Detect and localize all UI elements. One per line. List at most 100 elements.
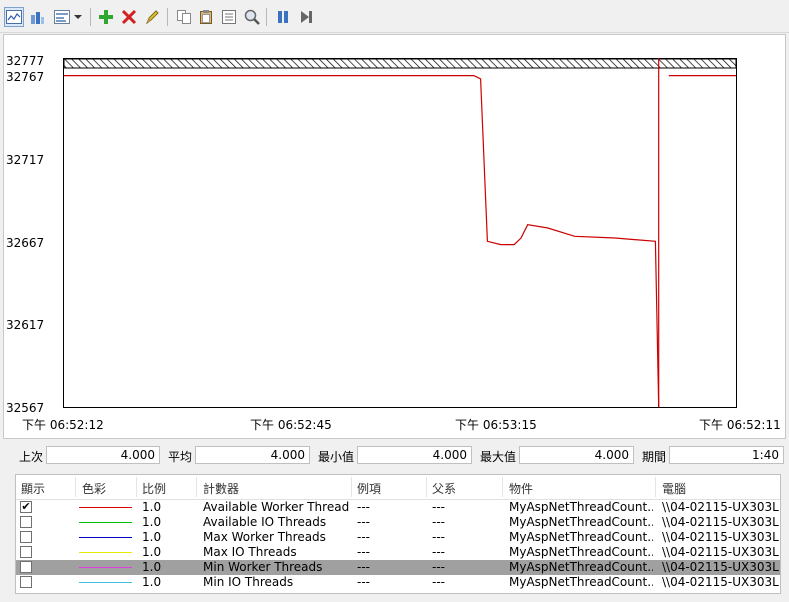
legend-row[interactable]: 1.0 Min IO Threads --- --- MyAspNetThreadCou… <box>16 575 780 590</box>
average-label: 平均 <box>168 450 193 464</box>
y-tick-label: 32777 <box>6 54 45 68</box>
color-swatch <box>79 522 132 523</box>
computer-cell: \\04-02115-UX303L <box>662 500 779 514</box>
y-tick-label: 32617 <box>6 318 45 332</box>
scale-cell: 1.0 <box>142 545 162 559</box>
column-header-show[interactable]: 顯示 <box>21 480 45 497</box>
change-graph-type-button[interactable] <box>52 7 72 27</box>
scale-cell: 1.0 <box>142 530 162 544</box>
parent-cell: --- <box>432 515 445 529</box>
instance-cell: --- <box>357 575 370 589</box>
change-graph-type-icon <box>54 10 70 24</box>
delete-counter-button[interactable] <box>119 7 139 27</box>
object-cell: MyAspNetThreadCount... <box>509 575 653 589</box>
legend-row[interactable]: 1.0 Max IO Threads --- --- MyAspNetThreadCou… <box>16 545 780 560</box>
legend-row[interactable]: 1.0 Max Worker Threads --- --- MyAspNetThrea… <box>16 530 780 545</box>
object-cell: MyAspNetThreadCount... <box>509 545 653 559</box>
parent-cell: --- <box>432 500 445 514</box>
duration-label: 期間 <box>642 450 667 464</box>
color-swatch <box>79 582 132 583</box>
highlight-icon <box>145 10 159 25</box>
instance-cell: --- <box>357 500 370 514</box>
freeze-display-icon <box>278 11 288 23</box>
column-header-counter[interactable]: 計數器 <box>203 480 239 497</box>
minimum-label: 最小值 <box>318 450 355 464</box>
instance-cell: --- <box>357 515 370 529</box>
toolbar-separator <box>266 8 267 26</box>
object-cell: MyAspNetThreadCount... <box>509 530 653 544</box>
color-swatch <box>79 552 132 553</box>
delete-counter-icon <box>121 9 137 25</box>
graph-type-dropdown[interactable] <box>72 7 84 27</box>
add-counter-button[interactable] <box>96 7 116 27</box>
legend-row[interactable]: 1.0 Min Worker Threads --- --- MyAspNetThrea… <box>16 560 780 575</box>
y-tick-label: 32567 <box>6 401 45 415</box>
parent-cell: --- <box>432 575 445 589</box>
properties-button[interactable] <box>219 7 239 27</box>
maximum-value: 4.000 <box>519 446 634 464</box>
add-counter-icon <box>99 10 113 24</box>
computer-cell: \\04-02115-UX303L <box>662 575 779 589</box>
x-tick-label: 下午 06:52:45 <box>250 418 332 432</box>
column-header-color[interactable]: 色彩 <box>82 480 106 497</box>
toolbar <box>0 0 789 33</box>
counter-cell: Available IO Threads <box>203 515 327 529</box>
counter-cell: Available Worker Threads <box>203 500 349 514</box>
paste-counter-list-icon <box>200 10 212 24</box>
column-header-computer[interactable]: 電腦 <box>662 480 686 497</box>
show-checkbox[interactable] <box>20 516 32 528</box>
column-header-parent[interactable]: 父系 <box>432 480 456 497</box>
show-checkbox[interactable]: ✔ <box>20 501 32 513</box>
maximum-label: 最大值 <box>480 450 517 464</box>
average-value: 4.000 <box>195 446 310 464</box>
y-tick-label: 32667 <box>6 236 45 250</box>
update-data-icon <box>301 11 312 23</box>
x-tick-label: 下午 06:52:12 <box>22 418 104 432</box>
copy-properties-icon <box>177 10 191 24</box>
computer-cell: \\04-02115-UX303L <box>662 560 779 574</box>
minimum-value: 4.000 <box>357 446 472 464</box>
x-tick-label: 下午 06:52:11 <box>699 418 781 432</box>
out-of-range-hatch <box>63 58 737 69</box>
view-graph-icon <box>6 10 22 24</box>
show-checkbox[interactable] <box>20 531 32 543</box>
last-value: 4.000 <box>46 446 160 464</box>
color-swatch <box>79 537 132 538</box>
column-header-instance[interactable]: 例項 <box>357 480 381 497</box>
instance-cell: --- <box>357 530 370 544</box>
zoom-button[interactable] <box>242 7 262 27</box>
view-histogram-button[interactable] <box>27 7 47 27</box>
counter-cell: Min IO Threads <box>203 575 294 589</box>
update-data-button[interactable] <box>296 7 316 27</box>
plot-border <box>63 58 737 408</box>
legend-header: 顯示 色彩 比例 計數器 例項 父系 物件 電腦 <box>16 475 780 500</box>
object-cell: MyAspNetThreadCount... <box>509 500 653 514</box>
show-checkbox[interactable] <box>20 576 32 588</box>
last-label: 上次 <box>19 450 44 464</box>
highlight-button[interactable] <box>142 7 162 27</box>
color-swatch <box>79 507 132 508</box>
computer-cell: \\04-02115-UX303L <box>662 545 779 559</box>
toolbar-separator <box>90 8 91 26</box>
show-checkbox[interactable] <box>20 561 32 573</box>
object-cell: MyAspNetThreadCount... <box>509 515 653 529</box>
scale-cell: 1.0 <box>142 560 162 574</box>
y-tick-label: 32717 <box>6 153 45 167</box>
column-header-scale[interactable]: 比例 <box>142 480 166 497</box>
toolbar-separator <box>167 8 168 26</box>
parent-cell: --- <box>432 560 445 574</box>
show-checkbox[interactable] <box>20 546 32 558</box>
counter-cell: Min Worker Threads <box>203 560 323 574</box>
legend-row[interactable]: 1.0 Available IO Threads --- --- MyAspNetThr… <box>16 515 780 530</box>
counter-cell: Max Worker Threads <box>203 530 326 544</box>
scale-cell: 1.0 <box>142 575 162 589</box>
view-graph-button[interactable] <box>4 7 24 27</box>
copy-properties-button[interactable] <box>174 7 194 27</box>
parent-cell: --- <box>432 530 445 544</box>
paste-counter-list-button[interactable] <box>196 7 216 27</box>
parent-cell: --- <box>432 545 445 559</box>
column-header-object[interactable]: 物件 <box>509 480 533 497</box>
legend-row[interactable]: ✔ 1.0 Available Worker Threads --- --- MyAspN… <box>16 500 780 515</box>
freeze-display-button[interactable] <box>273 7 293 27</box>
computer-cell: \\04-02115-UX303L <box>662 515 779 529</box>
